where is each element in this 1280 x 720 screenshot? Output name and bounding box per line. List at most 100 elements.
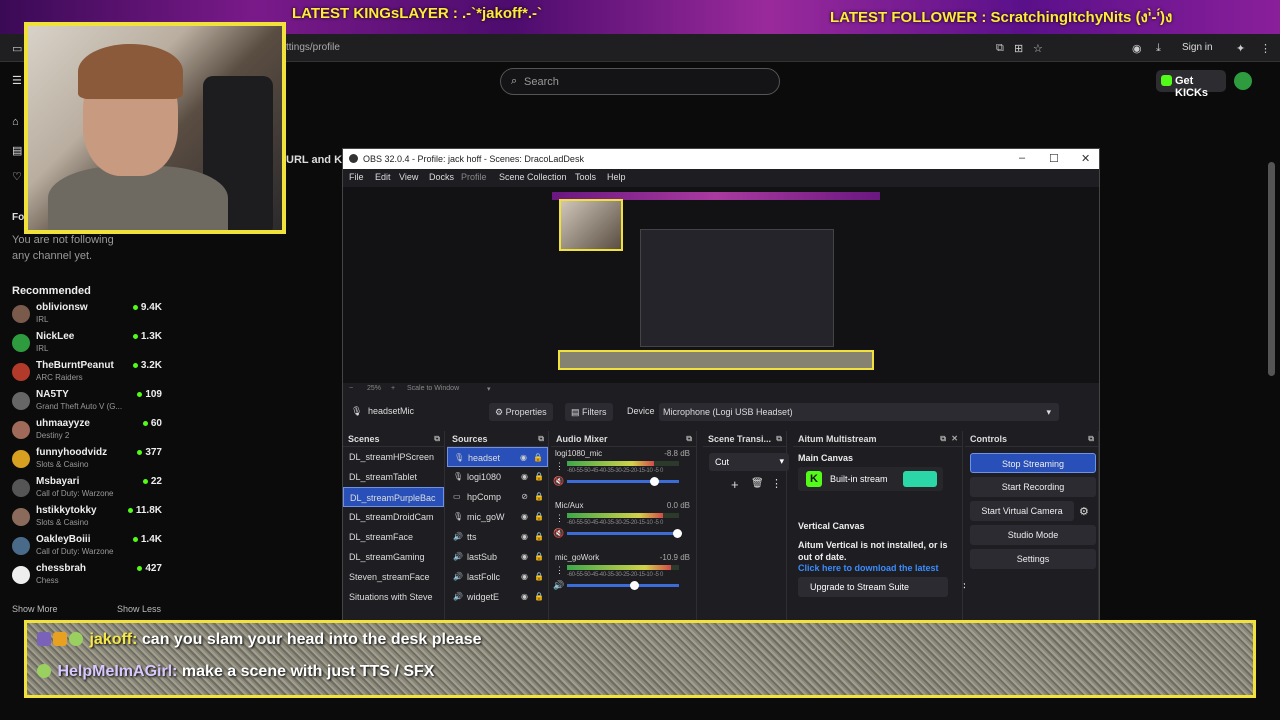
bookmark-star-icon[interactable]: ☆: [1033, 42, 1043, 55]
get-kicks-button[interactable]: Get KICKs: [1156, 70, 1226, 99]
dock-float-icon[interactable]: ⧉: [686, 434, 692, 444]
recommended-channel[interactable]: Msbayari Call of Duty: Warzone 22: [12, 476, 162, 504]
dock-float-icon[interactable]: ⧉: [776, 434, 782, 444]
visibility-eye-icon[interactable]: ◉: [521, 552, 528, 561]
source-item[interactable]: 🎙 headset ◉ 🔒: [447, 447, 548, 467]
menu-icon[interactable]: ☰: [12, 74, 22, 87]
visibility-eye-icon[interactable]: ◉: [520, 453, 527, 462]
camera-icon[interactable]: ◉: [1132, 42, 1142, 55]
address-bar-text[interactable]: ttings/profile: [286, 42, 340, 53]
mixer-menu-icon[interactable]: ⋮: [555, 513, 564, 524]
virtual-camera-gear-icon[interactable]: ⚙: [1079, 505, 1089, 518]
dock-float-icon[interactable]: ⧉: [940, 434, 946, 444]
recommended-channel[interactable]: TheBurntPeanut ARC Raiders 3.2K: [12, 360, 162, 388]
mixer-menu-icon[interactable]: ⋮: [555, 565, 564, 576]
source-item[interactable]: 🔊 widgetE ◉ 🔒: [447, 587, 548, 607]
zoom-out-icon[interactable]: −: [349, 385, 353, 392]
studio-mode-button[interactable]: Studio Mode: [970, 525, 1096, 545]
preview-area[interactable]: [343, 187, 1099, 383]
transition-select[interactable]: Cut ▾: [709, 453, 789, 471]
recommended-channel[interactable]: hstikkytokky Slots & Casino 11.8K: [12, 505, 162, 533]
scene-item[interactable]: DL_streamGaming: [343, 547, 444, 567]
upgrade-button[interactable]: Upgrade to Stream Suite ✕: [798, 577, 970, 597]
dock-close-icon[interactable]: ✕: [951, 434, 958, 443]
source-item[interactable]: 🔊 lastFollc ◉ 🔒: [447, 567, 548, 587]
recommended-channel[interactable]: OakleyBoiii Call of Duty: Warzone 1.4K: [12, 534, 162, 562]
lock-icon[interactable]: 🔒: [534, 552, 544, 561]
mixer-menu-icon[interactable]: ⋮: [555, 461, 564, 472]
lock-icon[interactable]: 🔒: [534, 592, 544, 601]
source-item[interactable]: ▭ hpComp ⊘ 🔒: [447, 487, 548, 507]
scene-item[interactable]: DL_streamFace: [343, 527, 444, 547]
browse-icon[interactable]: ▤: [12, 144, 22, 157]
chevron-down-icon[interactable]: ▾: [487, 385, 491, 393]
scene-item[interactable]: Situations with Steve: [343, 587, 444, 607]
canvas-preview[interactable]: [552, 192, 880, 372]
scene-item[interactable]: DL_streamHPScreen: [343, 447, 444, 467]
minimize-icon[interactable]: –: [1019, 152, 1025, 164]
volume-fader[interactable]: [567, 584, 679, 587]
visibility-eye-icon[interactable]: ◉: [521, 532, 528, 541]
lock-icon[interactable]: 🔒: [534, 512, 544, 521]
scene-item[interactable]: DL_streamDroidCam: [343, 507, 444, 527]
start-virtual-camera-button[interactable]: Start Virtual Camera: [970, 501, 1074, 521]
zoom-in-icon[interactable]: +: [391, 385, 395, 392]
dock-float-icon[interactable]: ⧉: [434, 434, 440, 444]
recommended-channel[interactable]: NA5TY Grand Theft Auto V (G... 109: [12, 389, 162, 417]
menu-view[interactable]: View: [399, 172, 418, 182]
settings-button[interactable]: Settings: [970, 549, 1096, 569]
menu-help[interactable]: Help: [607, 172, 626, 182]
recommended-channel[interactable]: funnyhoodvidz Slots & Casino 377: [12, 447, 162, 475]
recommended-channel[interactable]: oblivionsw IRL 9.4K: [12, 302, 162, 330]
search-input[interactable]: ⌕ Search: [500, 68, 780, 95]
sidebar-toggle-icon[interactable]: ▭: [12, 42, 22, 55]
stream-toggle[interactable]: [903, 471, 937, 487]
lock-icon[interactable]: 🔒: [534, 492, 544, 501]
fader-handle[interactable]: [630, 581, 640, 590]
source-item[interactable]: 🎙 logi1080 ◉ 🔒: [447, 467, 548, 487]
sign-in-button[interactable]: Sign in: [1182, 42, 1213, 53]
fader-handle[interactable]: [650, 477, 660, 486]
lock-icon[interactable]: 🔒: [534, 532, 544, 541]
visibility-eye-icon[interactable]: ◉: [521, 512, 528, 521]
recommended-channel[interactable]: chessbrah Chess 427: [12, 563, 162, 591]
reading-mode-icon[interactable]: ⊞: [1014, 42, 1023, 55]
close-icon[interactable]: ✕: [1081, 152, 1090, 165]
show-more-link[interactable]: Show More: [12, 604, 58, 614]
muted-speaker-icon[interactable]: 🔇: [553, 528, 564, 539]
recommended-channel[interactable]: uhmaayyze Destiny 2 60: [12, 418, 162, 446]
menu-docks[interactable]: Docks: [429, 172, 454, 182]
volume-fader[interactable]: [567, 532, 679, 535]
scene-item[interactable]: DL_streamPurpleBac: [343, 487, 444, 507]
source-item[interactable]: 🎙 mic_goW ◉ 🔒: [447, 507, 548, 527]
show-less-link[interactable]: Show Less: [117, 604, 161, 614]
maximize-icon[interactable]: ☐: [1049, 152, 1059, 165]
visibility-eye-icon[interactable]: ◉: [521, 592, 528, 601]
visibility-eye-icon[interactable]: ⊘: [521, 492, 528, 501]
browser-menu-icon[interactable]: ⋮: [1260, 42, 1271, 55]
visibility-eye-icon[interactable]: ◉: [521, 472, 528, 481]
remove-transition-icon[interactable]: 🗑: [751, 478, 764, 489]
menu-scene-collection[interactable]: Scene Collection: [499, 172, 567, 182]
scene-item[interactable]: Steven_streamFace: [343, 567, 444, 587]
source-item[interactable]: 🔊 lastSub ◉ 🔒: [447, 547, 548, 567]
transition-menu-icon[interactable]: ⋮: [771, 477, 782, 490]
volume-fader[interactable]: [567, 480, 679, 483]
menu-file[interactable]: File: [349, 172, 364, 182]
install-app-icon[interactable]: ⧉: [996, 42, 1004, 55]
download-latest-link[interactable]: Click here to download the latest: [798, 563, 939, 573]
fader-handle[interactable]: [672, 529, 682, 538]
add-transition-icon[interactable]: +: [731, 477, 739, 492]
start-recording-button[interactable]: Start Recording: [970, 477, 1096, 497]
menu-profile[interactable]: Profile: [461, 172, 487, 182]
page-scrollbar[interactable]: [1268, 162, 1275, 376]
download-icon[interactable]: ⤓: [1156, 42, 1161, 55]
device-select[interactable]: Microphone (Logi USB Headset) ▾: [659, 403, 1059, 421]
menu-edit[interactable]: Edit: [375, 172, 391, 182]
recommended-channel[interactable]: NickLee IRL 1.3K: [12, 331, 162, 359]
muted-speaker-icon[interactable]: 🔇: [553, 476, 564, 487]
lock-icon[interactable]: 🔒: [534, 472, 544, 481]
filters-button[interactable]: ▤ Filters: [565, 403, 613, 421]
following-icon[interactable]: ♡: [12, 170, 22, 183]
dock-float-icon[interactable]: ⧉: [538, 434, 544, 444]
